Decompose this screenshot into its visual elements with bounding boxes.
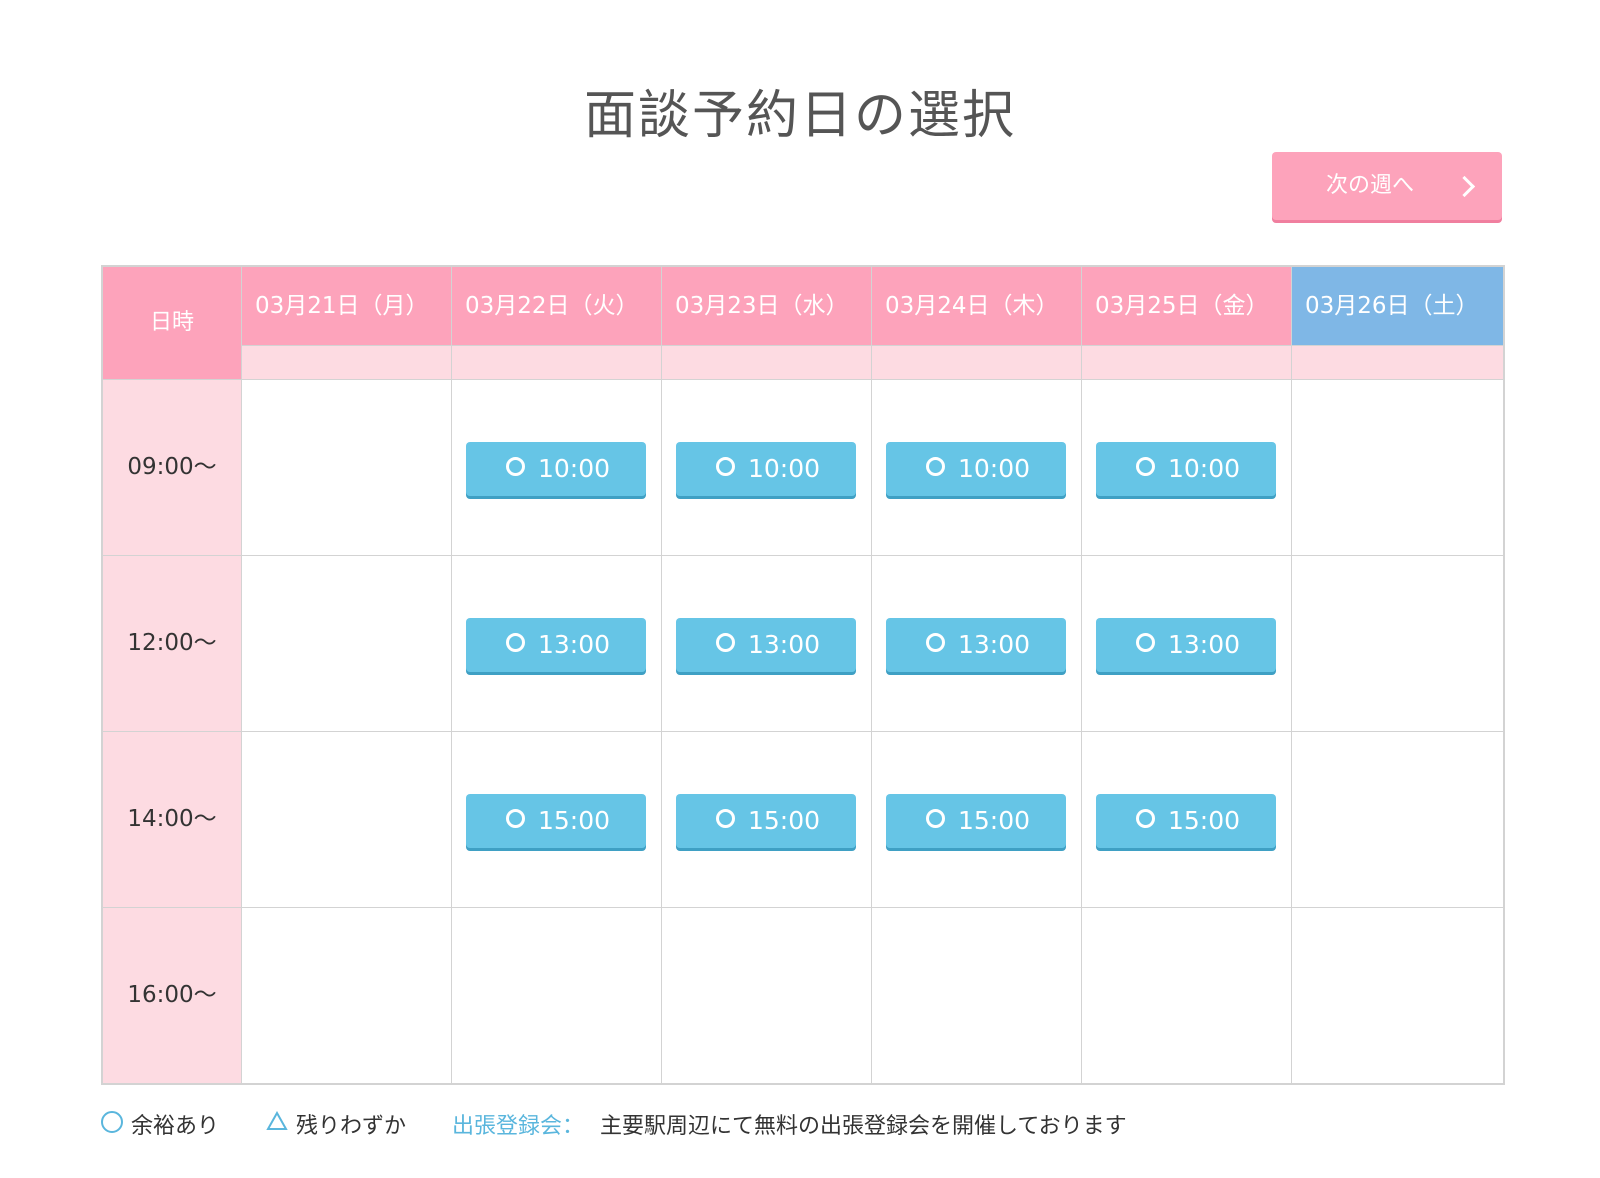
datetime-header: 日時 — [103, 267, 241, 379]
slot-button[interactable]: 10:00 — [1096, 442, 1276, 496]
time-label: 09:00〜 — [103, 379, 241, 555]
next-week-button[interactable]: 次の週へ — [1272, 152, 1502, 220]
page-title: 面談予約日の選択 — [583, 85, 1016, 146]
day-header-wed: 03月23日（水） — [661, 267, 871, 345]
slot-button[interactable]: 15:00 — [676, 794, 856, 848]
header-sub-strip — [241, 345, 1503, 379]
available-circle-icon — [1136, 633, 1155, 652]
available-circle-icon — [1136, 809, 1155, 828]
available-circle-icon — [716, 457, 735, 476]
day-header-fri: 03月25日（金） — [1081, 267, 1291, 345]
slot-button[interactable]: 15:00 — [466, 794, 646, 848]
schedule-table: 日時 03月21日（月） 03月22日（火） 03月23日（水） 03月24日（… — [101, 265, 1505, 1085]
day-header-sat: 03月26日（土） — [1291, 267, 1503, 345]
few-left-triangle-icon — [266, 1111, 288, 1130]
time-label: 12:00〜 — [103, 555, 241, 731]
legend-available: 余裕あり — [131, 1114, 220, 1139]
legend-few-left: 残りわずか — [296, 1114, 407, 1139]
slot-button[interactable]: 10:00 — [676, 442, 856, 496]
slot-button[interactable]: 15:00 — [1096, 794, 1276, 848]
available-circle-icon — [716, 633, 735, 652]
slot-button[interactable]: 10:00 — [886, 442, 1066, 496]
available-circle-icon — [926, 809, 945, 828]
legend-event-text: 主要駅周辺にて無料の出張登録会を開催しております — [600, 1114, 1127, 1139]
slot-button[interactable]: 13:00 — [466, 618, 646, 672]
time-label: 14:00〜 — [103, 731, 241, 907]
slot-button[interactable]: 13:00 — [676, 618, 856, 672]
available-circle-icon — [926, 457, 945, 476]
next-week-label: 次の週へ — [1325, 173, 1414, 198]
day-header-thu: 03月24日（木） — [871, 267, 1081, 345]
available-circle-icon — [926, 633, 945, 652]
available-circle-icon — [716, 809, 735, 828]
day-header-mon: 03月21日（月） — [241, 267, 451, 345]
available-circle-icon — [506, 457, 525, 476]
time-label: 16:00〜 — [103, 907, 241, 1083]
day-header-tue: 03月22日（火） — [451, 267, 661, 345]
slot-button[interactable]: 15:00 — [886, 794, 1066, 848]
available-circle-icon — [1136, 457, 1155, 476]
available-circle-icon — [506, 633, 525, 652]
slot-button[interactable]: 13:00 — [886, 618, 1066, 672]
available-circle-icon — [506, 809, 525, 828]
slot-button[interactable]: 10:00 — [466, 442, 646, 496]
available-circle-icon — [101, 1111, 123, 1133]
legend-event-label: 出張登録会： — [452, 1114, 585, 1139]
slot-button[interactable]: 13:00 — [1096, 618, 1276, 672]
